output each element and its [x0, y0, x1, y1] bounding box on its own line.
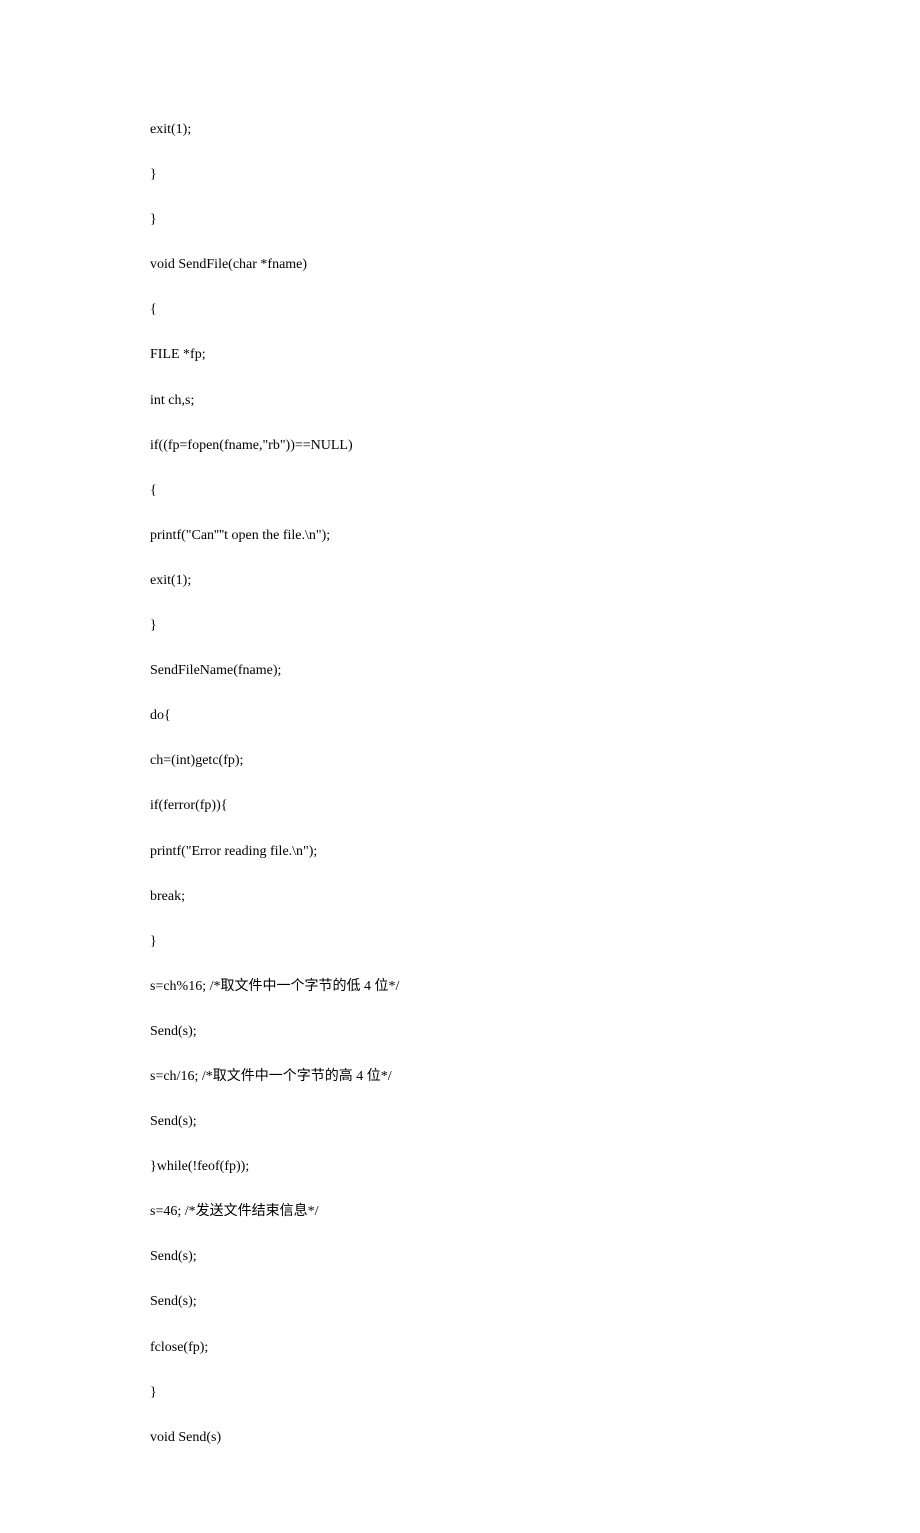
- code-line: fclose(fp);: [150, 1338, 770, 1358]
- code-line: Send(s);: [150, 1112, 770, 1132]
- code-line: {: [150, 481, 770, 501]
- code-line: }: [150, 165, 770, 185]
- code-line: printf("Can''''t open the file.\n");: [150, 526, 770, 546]
- code-line: if((fp=fopen(fname,"rb"))==NULL): [150, 436, 770, 456]
- code-line: break;: [150, 887, 770, 907]
- code-line: int ch,s;: [150, 391, 770, 411]
- code-line: Send(s);: [150, 1247, 770, 1267]
- code-line: }while(!feof(fp));: [150, 1157, 770, 1177]
- code-line: s=46; /*发送文件结束信息*/: [150, 1202, 770, 1222]
- code-line: SendFileName(fname);: [150, 661, 770, 681]
- code-line: do{: [150, 706, 770, 726]
- code-line: }: [150, 1383, 770, 1403]
- code-line: s=ch/16; /*取文件中一个字节的高 4 位*/: [150, 1067, 770, 1087]
- code-line: exit(1);: [150, 571, 770, 591]
- code-line: }: [150, 932, 770, 952]
- code-line: void SendFile(char *fname): [150, 255, 770, 275]
- code-line: printf("Error reading file.\n");: [150, 842, 770, 862]
- code-line: if(ferror(fp)){: [150, 796, 770, 816]
- code-line: }: [150, 210, 770, 230]
- code-line: ch=(int)getc(fp);: [150, 751, 770, 771]
- code-line: FILE *fp;: [150, 345, 770, 365]
- document-page: exit(1); } } void SendFile(char *fname) …: [0, 0, 920, 1533]
- code-line: exit(1);: [150, 120, 770, 140]
- code-line: {: [150, 300, 770, 320]
- code-line: Send(s);: [150, 1022, 770, 1042]
- code-line: Send(s);: [150, 1292, 770, 1312]
- code-line: void Send(s): [150, 1428, 770, 1448]
- code-line: s=ch%16; /*取文件中一个字节的低 4 位*/: [150, 977, 770, 997]
- code-line: }: [150, 616, 770, 636]
